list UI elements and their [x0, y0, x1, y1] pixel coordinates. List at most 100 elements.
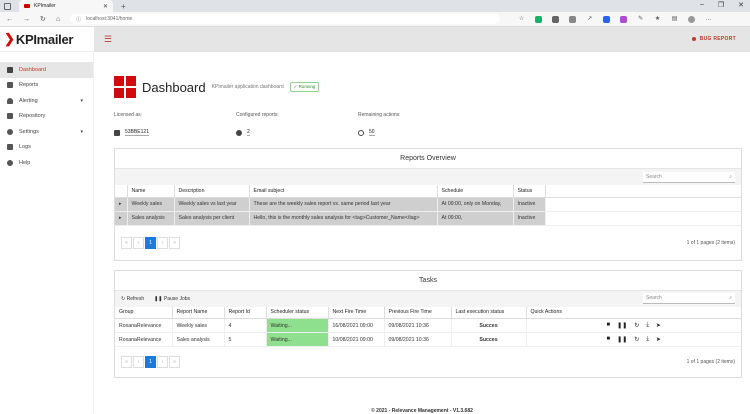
pause-icon[interactable]: ❚❚	[617, 322, 627, 329]
column-header[interactable]: Last execution status	[451, 306, 527, 319]
browser-tab[interactable]: KPImailer ✕	[19, 0, 113, 12]
sidebar-item-alerting[interactable]: Alerting ▾	[0, 93, 93, 109]
app-logo[interactable]: ❯ KPImailer	[0, 31, 94, 47]
sidebar-item-repository[interactable]: Repository	[0, 109, 93, 125]
table-row[interactable]: ▸ Weekly sales Weekly sales vs last year…	[115, 197, 741, 212]
extension-icon[interactable]	[552, 15, 560, 23]
logo-text: KPImailer	[15, 31, 74, 47]
download-icon[interactable]: ⤓	[646, 336, 649, 343]
send-icon[interactable]: ➤	[656, 322, 661, 329]
page-subtitle: KPImailer application dashboard	[211, 84, 284, 90]
reports-overview-title: Reports Overview	[115, 149, 741, 169]
favorites-icon[interactable]: ★	[654, 16, 661, 23]
sidebar-item-help[interactable]: Help	[0, 155, 93, 171]
table-cell: Weekly sales vs last year	[174, 197, 250, 212]
close-tab-icon[interactable]: ✕	[103, 3, 108, 10]
table-cell: At 09:00, only on Monday,	[437, 197, 514, 212]
browser-tab-bar: KPImailer ✕ + – ❐ ✕	[0, 0, 750, 12]
stop-icon[interactable]: ■	[607, 336, 611, 343]
column-header[interactable]: Scheduler status	[266, 306, 329, 319]
column-header[interactable]: Group	[115, 306, 173, 319]
extension-icon[interactable]	[603, 15, 611, 23]
extensions-icon[interactable]: ✎	[637, 16, 644, 23]
column-header[interactable]: Report Name	[172, 306, 225, 319]
next-page-button[interactable]: ›	[157, 236, 168, 249]
menu-icon[interactable]: ☰	[104, 34, 112, 45]
column-header[interactable]: Report Id	[224, 306, 267, 319]
home-icon[interactable]: ⌂	[56, 16, 60, 23]
extension-icon[interactable]	[569, 15, 577, 23]
download-icon[interactable]: ⤓	[646, 322, 649, 329]
stop-icon[interactable]: ■	[607, 322, 611, 329]
chevron-down-icon: ▾	[80, 97, 83, 104]
table-cell-empty	[545, 197, 741, 212]
page-button[interactable]: 1	[145, 236, 156, 249]
pause-jobs-button[interactable]: ❚❚ Pause Jobs	[154, 296, 190, 302]
close-window-icon[interactable]: ✕	[738, 1, 744, 9]
column-header[interactable]: Description	[174, 185, 250, 198]
clock-icon	[358, 129, 364, 136]
sidebar-item-dashboard[interactable]: Dashboard	[0, 62, 93, 78]
send-icon[interactable]: ➤	[656, 336, 661, 343]
expand-row-icon[interactable]: ▸	[115, 197, 128, 212]
pause-icon[interactable]: ❚❚	[617, 336, 627, 343]
more-icon[interactable]: …	[705, 16, 712, 23]
reports-search-input[interactable]: Search ⌕	[643, 171, 735, 183]
sidebar-item-label: Reports	[19, 82, 39, 89]
back-icon[interactable]: ←	[6, 16, 13, 23]
column-header[interactable]: Name	[127, 185, 175, 198]
tab-actions-icon[interactable]	[4, 2, 11, 10]
reload-icon[interactable]: ↻	[40, 15, 46, 23]
configured-label: Configured reports:	[236, 112, 279, 118]
sidebar-item-label: Alerting	[19, 97, 38, 104]
favorite-icon[interactable]: ☆	[518, 16, 525, 23]
table-cell: 5	[224, 332, 267, 347]
bug-report-button[interactable]: BUG REPORT	[691, 36, 736, 42]
sidebar-item-reports[interactable]: Reports	[0, 78, 93, 94]
document-icon	[7, 144, 13, 151]
column-header[interactable]: Status	[513, 185, 546, 198]
refresh-icon[interactable]: ↻	[634, 322, 639, 329]
extension-icon[interactable]	[620, 15, 628, 23]
refresh-label: Refresh	[126, 295, 145, 302]
table-cell: 09/08/2021 10:36	[384, 318, 452, 333]
chevron-down-icon: ▾	[80, 128, 83, 135]
sidebar-item-logs[interactable]: Logs	[0, 140, 93, 156]
column-header[interactable]: Previous Fire Time	[384, 306, 452, 319]
profile-icon[interactable]	[688, 15, 696, 23]
execution-status-cell: Succes	[451, 332, 527, 347]
expand-row-icon[interactable]: ▸	[115, 211, 128, 226]
first-page-button[interactable]: «	[121, 356, 132, 368]
sidebar-item-label: Settings	[19, 128, 39, 135]
extension-icon[interactable]: ↗	[586, 16, 593, 23]
tasks-search-input[interactable]: Search ⌕	[643, 293, 735, 304]
minimize-icon[interactable]: –	[700, 1, 704, 9]
collections-icon[interactable]: ▤	[671, 16, 678, 23]
extension-icon[interactable]	[535, 15, 543, 23]
column-header[interactable]: Next Fire Time	[328, 306, 385, 319]
new-tab-icon[interactable]: +	[121, 2, 126, 11]
sidebar-item-settings[interactable]: Settings ▾	[0, 124, 93, 140]
maximize-icon[interactable]: ❐	[718, 1, 724, 9]
refresh-icon[interactable]: ↻	[634, 336, 639, 343]
url-field[interactable]: ⓘ localhost:3041/home	[70, 14, 501, 24]
column-header[interactable]: Email subject	[249, 185, 438, 198]
refresh-button[interactable]: ↻ Refresh	[121, 296, 144, 302]
pause-label: Pause Jobs	[163, 295, 191, 302]
table-cell-empty	[545, 211, 741, 226]
table-cell: Hello, this is the monthly sales analysi…	[249, 211, 438, 226]
last-page-button[interactable]: »	[169, 356, 180, 368]
column-header[interactable]: Schedule	[437, 185, 514, 198]
last-page-button[interactable]: »	[169, 236, 180, 249]
sidebar-item-label: Help	[19, 159, 31, 166]
next-page-button[interactable]: ›	[157, 356, 168, 368]
tasks-table: Group Report Name Report Id Scheduler st…	[115, 306, 741, 347]
page-button[interactable]: 1	[145, 356, 156, 368]
first-page-button[interactable]: «	[121, 236, 132, 249]
pause-icon: ❚❚	[154, 295, 163, 302]
prev-page-button[interactable]: ‹	[133, 236, 144, 249]
reports-overview-panel: Reports Overview Search ⌕ Name Descripti…	[114, 148, 742, 261]
table-row[interactable]: ▸ Sales analysis Sales analysis per clie…	[115, 211, 741, 226]
forward-icon[interactable]: →	[23, 16, 30, 23]
prev-page-button[interactable]: ‹	[133, 356, 144, 368]
